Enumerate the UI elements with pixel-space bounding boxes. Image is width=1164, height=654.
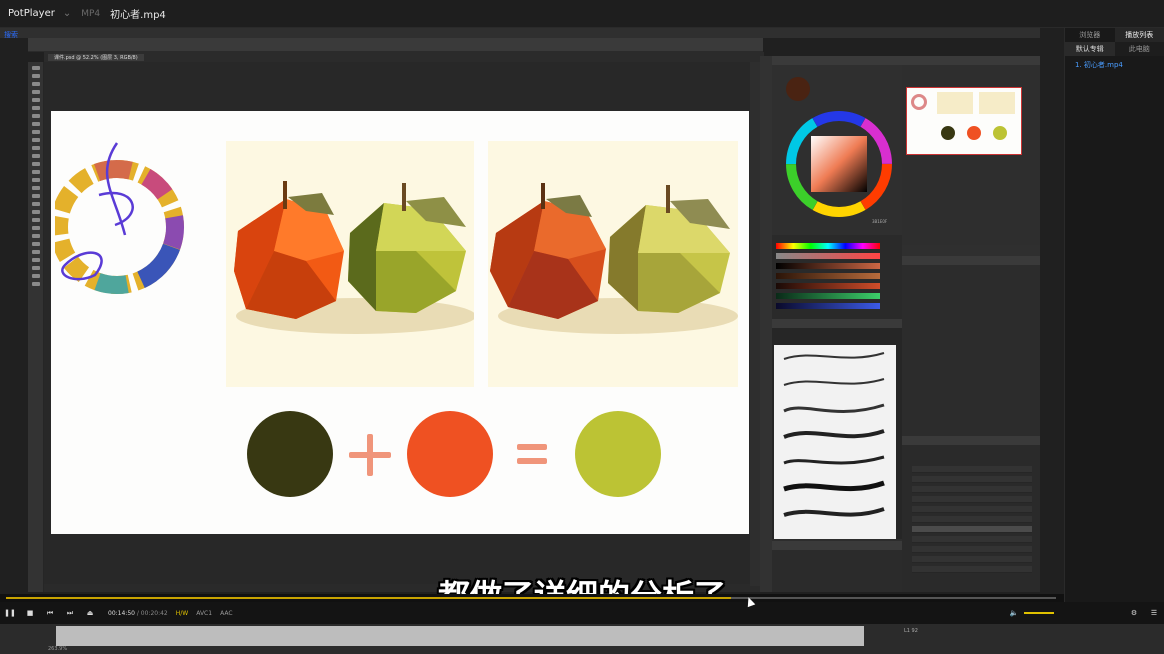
color-hex-readout: 3B1E0F [872, 219, 888, 224]
layers-panel [902, 436, 1040, 592]
hw-decode-badge[interactable]: H/W [176, 610, 188, 617]
background-window: 263.9% L1 92 [0, 624, 1164, 654]
layer-row-selected [912, 526, 1032, 533]
brush-panel-header [772, 319, 902, 328]
ps-vertical-scrollbar [750, 62, 760, 586]
layer-row [912, 496, 1032, 503]
next-icon[interactable]: ⏭ [60, 609, 80, 618]
volume-slider[interactable] [1024, 612, 1054, 614]
layer-row [912, 556, 1032, 563]
color-swatch-yellow-green [575, 411, 661, 497]
ps-menu-bar [0, 28, 1040, 38]
layer-row [912, 466, 1032, 473]
apple-illustration-2 [488, 141, 738, 387]
previous-icon[interactable]: ⏮ [40, 609, 60, 618]
player-title-bar[interactable]: PotPlayer ⌄ MP4 初心者.mp4 [0, 0, 1164, 28]
stop-icon[interactable]: ■ [20, 609, 40, 617]
volume-icon[interactable]: 🔈 [1004, 609, 1024, 617]
video-frame[interactable]: 搜索 课件.psd @ 52.2% (图层 3, RGB/8) 3B1E0F [0, 28, 1064, 594]
plus-icon [349, 434, 391, 476]
search-badge: 搜索 [4, 31, 18, 39]
color-sliders [772, 235, 902, 319]
equals-icon [517, 444, 547, 466]
playlist-tabs: 浏览器 播放列表 [1065, 28, 1164, 42]
ps-canvas [51, 111, 749, 534]
brush-presets-header [902, 256, 1040, 265]
video-codec-badge[interactable]: AVC1 [196, 610, 212, 617]
ps-panels-color-brush: 3B1E0F [772, 56, 902, 592]
layer-row [912, 476, 1032, 483]
seek-bar[interactable] [0, 594, 1064, 602]
ps-document-tab: 课件.psd @ 52.2% (图层 3, RGB/8) [48, 53, 144, 61]
ps-panels-navigator-layers [902, 56, 1040, 592]
navigator-panel [902, 65, 1040, 245]
apple-illustration-1 [226, 141, 476, 387]
layer-row [912, 486, 1032, 493]
playback-controls: ❚❚ ■ ⏮ ⏭ ⏏ 00:14:50 / 00:20:42 H/W AVC1 … [0, 602, 1164, 624]
playlist-panel: 浏览器 播放列表 默认专辑 此电脑 1. 初心者.mp4 [1064, 28, 1164, 654]
chevron-down-icon[interactable]: ⌄ [63, 8, 71, 19]
hue-wheel [786, 111, 892, 217]
foreground-color-swatch [786, 77, 810, 101]
brush-panel [772, 319, 902, 539]
history-panel-header [772, 541, 902, 550]
ps-panel-icon-strip [760, 56, 772, 592]
brush-size-readout: L1 92 [904, 628, 918, 634]
pause-icon[interactable]: ❚❚ [0, 609, 20, 617]
window-title: 初心者.mp4 [110, 10, 166, 21]
layer-row [912, 516, 1032, 523]
layers-panel-header [902, 436, 1040, 445]
time-current: 00:14:50 [108, 609, 135, 617]
seek-progress [6, 597, 731, 599]
navigator-thumbnail [906, 87, 1022, 155]
color-wheel-panel: 3B1E0F [772, 65, 902, 235]
layer-row [912, 536, 1032, 543]
subtab-default-album[interactable]: 默认专辑 [1065, 42, 1115, 56]
subtab-this-pc[interactable]: 此电脑 [1115, 42, 1164, 56]
file-format-label: MP4 [81, 8, 101, 19]
time-display: 00:14:50 / 00:20:42 [108, 610, 168, 617]
color-wheel-sketch [55, 142, 184, 294]
eject-icon[interactable]: ⏏ [80, 609, 100, 617]
menu-icon[interactable]: ☰ [1144, 609, 1164, 617]
ps-toolbar [28, 62, 44, 592]
settings-gear-icon[interactable]: ⚙ [1124, 609, 1144, 617]
time-total: / 00:20:42 [136, 609, 168, 617]
color-panel-header [772, 56, 902, 65]
tab-browser[interactable]: 浏览器 [1065, 28, 1115, 42]
ps-document-tabs: 课件.psd @ 52.2% (图层 3, RGB/8) [44, 52, 764, 62]
tab-playlist[interactable]: 播放列表 [1114, 28, 1164, 42]
zoom-readout: 263.9% [48, 646, 68, 652]
brush-presets-panel [902, 256, 1040, 436]
audio-codec-badge[interactable]: AAC [220, 610, 232, 617]
playlist-item[interactable]: 1. 初心者.mp4 [1065, 60, 1164, 70]
layer-row [912, 506, 1032, 513]
playlist-subtabs: 默认专辑 此电脑 [1065, 42, 1164, 56]
player-menu-button[interactable]: PotPlayer [0, 8, 63, 19]
color-swatch-dark-olive [247, 411, 333, 497]
brush-list [774, 345, 896, 539]
ps-options-bar [28, 38, 763, 52]
layer-row [912, 546, 1032, 553]
navigator-panel-header [902, 56, 1040, 65]
screen: PotPlayer ⌄ MP4 初心者.mp4 搜索 课件.psd @ 52.2… [0, 0, 1164, 654]
color-swatch-orange [407, 411, 493, 497]
